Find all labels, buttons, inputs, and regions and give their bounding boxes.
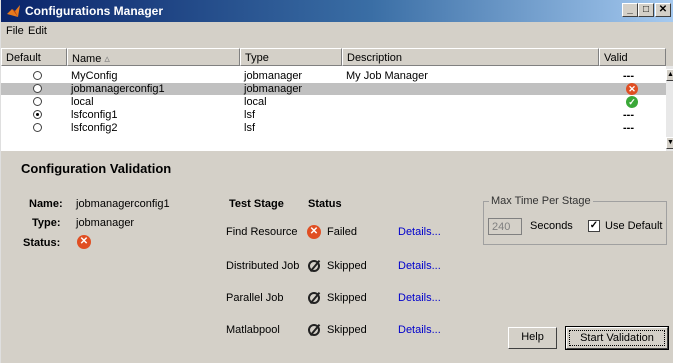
maximize-button[interactable]: □ — [638, 3, 654, 17]
details-link[interactable]: Details... — [398, 292, 441, 304]
check-icon: ✓ — [626, 96, 638, 108]
max-time-legend: Max Time Per Stage — [489, 195, 593, 207]
details-link[interactable]: Details... — [398, 260, 441, 272]
config-name: lsfconfig1 — [71, 109, 118, 121]
close-icon: ✕ — [658, 4, 668, 15]
error-icon: ✕ — [307, 225, 321, 239]
maximize-icon: □ — [642, 4, 650, 15]
config-type: jobmanager — [244, 70, 303, 82]
details-link[interactable]: Details... — [398, 226, 441, 238]
default-radio[interactable] — [33, 71, 42, 80]
menu-bar: File Edit — [1, 22, 673, 41]
default-radio[interactable] — [33, 123, 42, 132]
config-name: jobmanagerconfig1 — [71, 83, 165, 95]
config-description: My Job Manager — [346, 70, 428, 82]
column-type[interactable]: Type — [240, 48, 342, 66]
error-icon: ✕ — [626, 83, 638, 95]
table-header: Default Name ▵ Type Description Valid — [1, 48, 666, 66]
default-radio[interactable] — [33, 84, 42, 93]
config-type: lsf — [244, 109, 255, 121]
menu-file[interactable]: File — [6, 25, 24, 37]
config-name: MyConfig — [71, 70, 118, 82]
config-type: local — [244, 96, 267, 108]
skipped-icon — [308, 260, 320, 272]
test-stage-header: Test Stage — [229, 198, 284, 210]
status-header: Status — [308, 198, 342, 210]
seconds-label: Seconds — [530, 220, 573, 232]
status-label: Status: — [23, 237, 61, 249]
stage-name: Find Resource — [226, 226, 298, 238]
default-radio[interactable] — [33, 110, 42, 119]
type-label: Type: — [32, 217, 61, 229]
minimize-button[interactable]: _ — [622, 3, 638, 17]
help-button[interactable]: Help — [508, 327, 557, 349]
sort-ascending-icon: ▵ — [104, 53, 110, 65]
checkmark-icon: ✓ — [589, 220, 599, 231]
config-name: local — [71, 96, 94, 108]
minimize-icon: _ — [627, 4, 633, 15]
details-link[interactable]: Details... — [398, 324, 441, 336]
triangle-up-icon: ▲ — [667, 71, 673, 78]
table-row[interactable]: lsfconfig1 lsf --- — [1, 109, 666, 121]
stage-status: Skipped — [327, 324, 367, 336]
triangle-down-icon: ▼ — [667, 139, 673, 146]
config-type: jobmanager — [244, 83, 303, 95]
skipped-icon — [308, 324, 320, 336]
name-value: jobmanagerconfig1 — [76, 198, 170, 210]
validation-section-title: Configuration Validation — [21, 161, 172, 176]
stage-name: Distributed Job — [226, 260, 300, 272]
scroll-up-button[interactable]: ▲ — [666, 69, 673, 81]
table-scrollbar[interactable]: ▲ ▼ — [666, 66, 673, 151]
configurations-table: Default Name ▵ Type Description Valid My… — [1, 48, 666, 151]
table-row[interactable]: local local ✓ — [1, 96, 666, 108]
close-button[interactable]: ✕ — [655, 3, 671, 17]
config-name: lsfconfig2 — [71, 122, 118, 134]
valid-status: --- — [623, 122, 634, 134]
stage-status: Skipped — [327, 260, 367, 272]
table-row[interactable]: jobmanagerconfig1 jobmanager ✕ — [1, 83, 666, 95]
default-radio[interactable] — [33, 97, 42, 106]
column-name[interactable]: Name ▵ — [67, 48, 240, 66]
matlab-icon — [7, 5, 20, 17]
column-default[interactable]: Default — [1, 48, 67, 66]
skipped-icon — [308, 292, 320, 304]
column-description[interactable]: Description — [342, 48, 599, 66]
start-validation-button[interactable]: Start Validation — [565, 326, 669, 350]
valid-status: --- — [623, 70, 634, 82]
error-icon: ✕ — [77, 235, 91, 249]
column-valid[interactable]: Valid — [599, 48, 666, 66]
table-row[interactable]: lsfconfig2 lsf --- — [1, 122, 666, 134]
use-default-label: Use Default — [605, 220, 663, 232]
stage-name: Parallel Job — [226, 292, 284, 304]
stage-name: Matlabpool — [226, 324, 280, 336]
table-row[interactable]: MyConfig jobmanager My Job Manager --- — [1, 70, 666, 82]
stage-status: Failed — [327, 226, 357, 238]
title-bar[interactable]: Configurations Manager _ □ ✕ — [1, 0, 673, 22]
use-default-checkbox[interactable]: ✓ — [588, 220, 600, 232]
valid-status: --- — [623, 109, 634, 121]
scroll-down-button[interactable]: ▼ — [666, 137, 673, 149]
type-value: jobmanager — [76, 217, 135, 229]
name-label: Name: — [29, 198, 63, 210]
configurations-manager-window: Configurations Manager _ □ ✕ File Edit D… — [0, 0, 673, 363]
config-type: lsf — [244, 122, 255, 134]
max-time-input[interactable] — [488, 218, 522, 235]
menu-edit[interactable]: Edit — [28, 25, 47, 37]
window-title: Configurations Manager — [25, 4, 164, 18]
stage-status: Skipped — [327, 292, 367, 304]
